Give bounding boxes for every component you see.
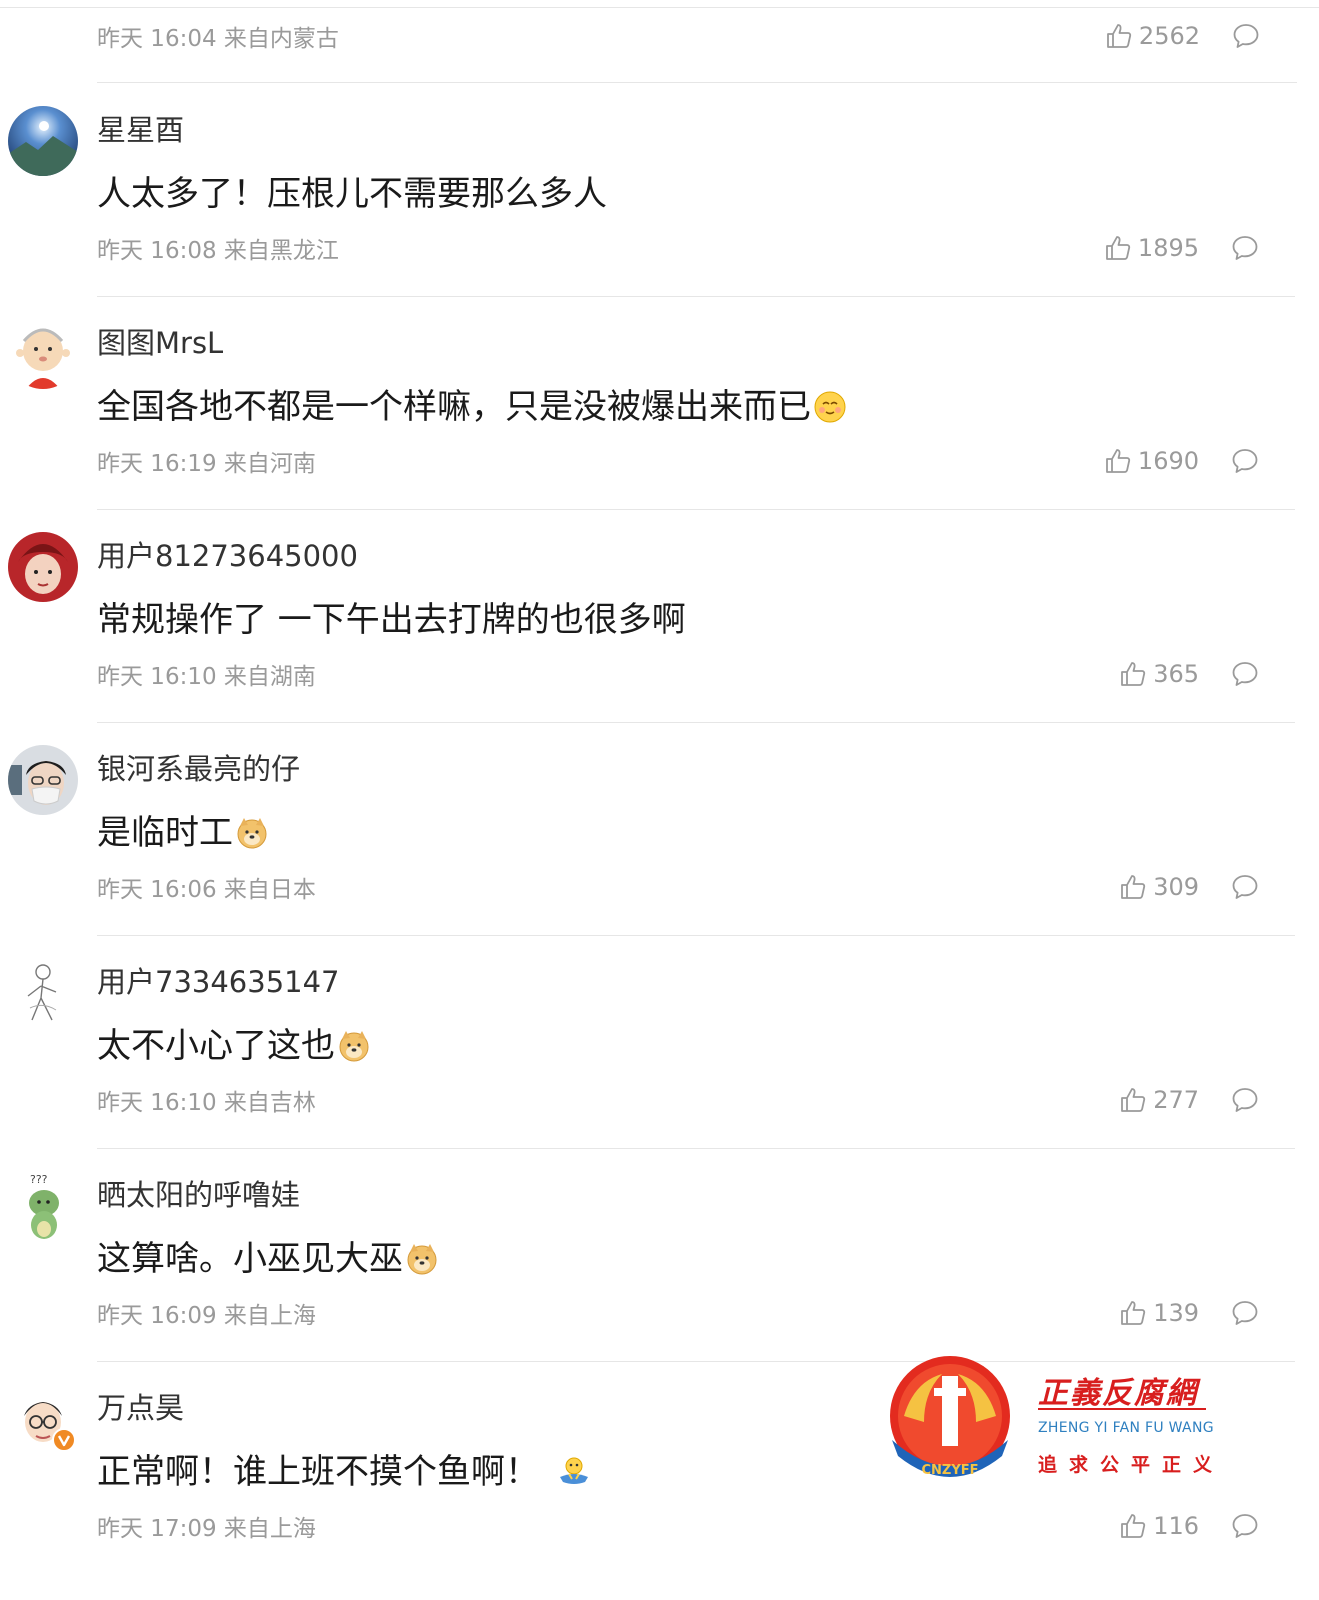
doge-emoji-icon — [405, 1242, 439, 1276]
comment-actions: 1690 — [1104, 447, 1259, 475]
like-button[interactable]: 139 — [1119, 1299, 1199, 1327]
cartoon-boy-avatar[interactable] — [8, 319, 78, 389]
comment-username[interactable]: 晒太阳的呼噜娃 — [97, 1177, 300, 1213]
watermark-slogan: 追求公平正义 — [1038, 1454, 1225, 1476]
like-button[interactable]: 2562 — [1105, 22, 1200, 50]
sketch-avatar[interactable] — [8, 958, 78, 1028]
comment-text: 常规操作了 一下午出去打牌的也很多啊 — [97, 598, 686, 642]
comment-actions: 139 — [1119, 1299, 1259, 1327]
reply-icon[interactable] — [1231, 1512, 1259, 1540]
thumbs-up-icon — [1119, 1299, 1147, 1327]
comment-actions: 1895 — [1104, 234, 1259, 262]
comment-text-content: 太不小心了这也 — [97, 1026, 335, 1066]
comment-username[interactable]: 用户7334635147 — [97, 964, 340, 1000]
like-count: 365 — [1153, 660, 1199, 688]
thumbs-up-icon — [1119, 660, 1147, 688]
comment-username[interactable]: 银河系最亮的仔 — [97, 751, 300, 787]
like-count: 1895 — [1137, 234, 1199, 262]
reply-icon[interactable] — [1231, 873, 1259, 901]
comment-text: 人太多了！压根儿不需要那么多人 — [97, 172, 607, 216]
comment-text: 太不小心了这也 — [97, 1024, 371, 1068]
comment-item: 用户7334635147 太不小心了这也 昨天 16:10 来自吉林 277 — [0, 936, 1319, 1149]
like-count: 277 — [1153, 1086, 1199, 1114]
glasses-man-avatar[interactable] — [8, 1384, 78, 1454]
reply-icon[interactable] — [1231, 660, 1259, 688]
comment-actions: 277 — [1119, 1086, 1259, 1114]
svg-text:???: ??? — [30, 1173, 48, 1186]
comment-actions: 2562 — [1105, 22, 1260, 50]
reply-icon[interactable] — [1231, 234, 1259, 262]
comment-time-location: 昨天 16:06 来自日本 — [97, 877, 316, 903]
thumbs-up-icon — [1104, 447, 1132, 475]
like-button[interactable]: 1690 — [1104, 447, 1199, 475]
like-button[interactable]: 116 — [1119, 1512, 1199, 1540]
comment-actions: 365 — [1119, 660, 1259, 688]
comment-username[interactable]: 图图MrsL — [97, 325, 223, 361]
comment-text-content: 人太多了！压根儿不需要那么多人 — [97, 174, 607, 214]
reply-icon[interactable] — [1231, 1086, 1259, 1114]
comment-text-content: 全国各地不都是一个样嘛，只是没被爆出来而已 — [97, 387, 811, 427]
comment-item: 用户81273645000 常规操作了 一下午出去打牌的也很多啊 昨天 16:1… — [0, 510, 1319, 723]
previous-comment-meta: 昨天 16:04 来自内蒙古 2562 — [97, 8, 1297, 83]
comment-text: 正常啊！谁上班不摸个鱼啊！ — [97, 1450, 591, 1494]
comment-item: 星星酉 人太多了！压根儿不需要那么多人 昨天 16:08 来自黑龙江 1895 — [0, 84, 1319, 297]
comment-time-location: 昨天 17:09 来自上海 — [97, 1516, 316, 1542]
reply-icon[interactable] — [1231, 447, 1259, 475]
comment-username[interactable]: 万点昊 — [97, 1390, 184, 1426]
comment-time-location: 昨天 16:10 来自湖南 — [97, 664, 316, 690]
comment-time-location: 昨天 16:08 来自黑龙江 — [97, 238, 339, 264]
comment-actions: 309 — [1119, 873, 1259, 901]
like-button[interactable]: 1895 — [1104, 234, 1199, 262]
comment-time-location: 昨天 16:09 来自上海 — [97, 1303, 316, 1329]
watermark-rule — [1038, 1408, 1206, 1410]
thumbs-up-icon — [1104, 234, 1132, 262]
comment-time-location: 昨天 16:04 来自内蒙古 — [97, 26, 339, 52]
smile-emoji-icon — [813, 390, 847, 424]
like-count: 139 — [1153, 1299, 1199, 1327]
watermark-logo: CNZYFF 正義反腐網 ZHENG YI FAN FU WANG 追求公平正义 — [884, 1352, 1214, 1492]
like-button[interactable]: 365 — [1119, 660, 1199, 688]
comment-text: 全国各地不都是一个样嘛，只是没被爆出来而已 — [97, 385, 847, 429]
comment-username[interactable]: 用户81273645000 — [97, 538, 358, 574]
comment-time-location: 昨天 16:10 来自吉林 — [97, 1090, 316, 1116]
comment-time-location: 昨天 16:19 来自河南 — [97, 451, 316, 477]
comment-actions: 116 — [1119, 1512, 1259, 1540]
galaxy-avatar[interactable] — [8, 106, 78, 176]
masked-boy-avatar[interactable] — [8, 745, 78, 815]
watermark-title: 正義反腐網 — [1038, 1376, 1198, 1411]
reply-icon[interactable] — [1232, 22, 1260, 50]
like-count: 2562 — [1138, 22, 1200, 50]
like-button[interactable]: 309 — [1119, 873, 1199, 901]
badge-emblem-icon: CNZYFF — [890, 1356, 1010, 1478]
comment-text: 这算啥。小巫见大巫 — [97, 1237, 439, 1281]
doge-emoji-icon — [235, 816, 269, 850]
like-count: 1690 — [1137, 447, 1199, 475]
like-count: 116 — [1153, 1512, 1199, 1540]
thumbs-up-icon — [1119, 873, 1147, 901]
badge-text: CNZYFF — [921, 1463, 978, 1478]
like-button[interactable]: 277 — [1119, 1086, 1199, 1114]
thumbs-up-icon — [1119, 1086, 1147, 1114]
comment-text: 是临时工 — [97, 811, 269, 855]
comment-item: ??? 晒太阳的呼噜娃 这算啥。小巫见大巫 昨天 16:09 来自上海 139 — [0, 1149, 1319, 1362]
like-count: 309 — [1153, 873, 1199, 901]
comment-item: 银河系最亮的仔 是临时工 昨天 16:06 来自日本 309 — [0, 723, 1319, 936]
comment-text-content: 是临时工 — [97, 813, 233, 853]
red-hood-avatar[interactable] — [8, 532, 78, 602]
dinosaur-avatar[interactable]: ??? — [8, 1171, 78, 1241]
top-divider — [0, 0, 1319, 8]
fishing-emoji-icon — [557, 1455, 591, 1489]
comment-username[interactable]: 星星酉 — [97, 112, 184, 148]
reply-icon[interactable] — [1231, 1299, 1259, 1327]
comment-item: 图图MrsL 全国各地不都是一个样嘛，只是没被爆出来而已 昨天 16:19 来自… — [0, 297, 1319, 510]
comment-text-content: 这算啥。小巫见大巫 — [97, 1239, 403, 1279]
comment-text-content: 正常啊！谁上班不摸个鱼啊！ — [97, 1452, 539, 1492]
doge-emoji-icon — [337, 1029, 371, 1063]
thumbs-up-icon — [1105, 22, 1133, 50]
watermark-subtitle: ZHENG YI FAN FU WANG — [1038, 1420, 1214, 1436]
thumbs-up-icon — [1119, 1512, 1147, 1540]
comment-text-content: 常规操作了 一下午出去打牌的也很多啊 — [97, 600, 686, 640]
